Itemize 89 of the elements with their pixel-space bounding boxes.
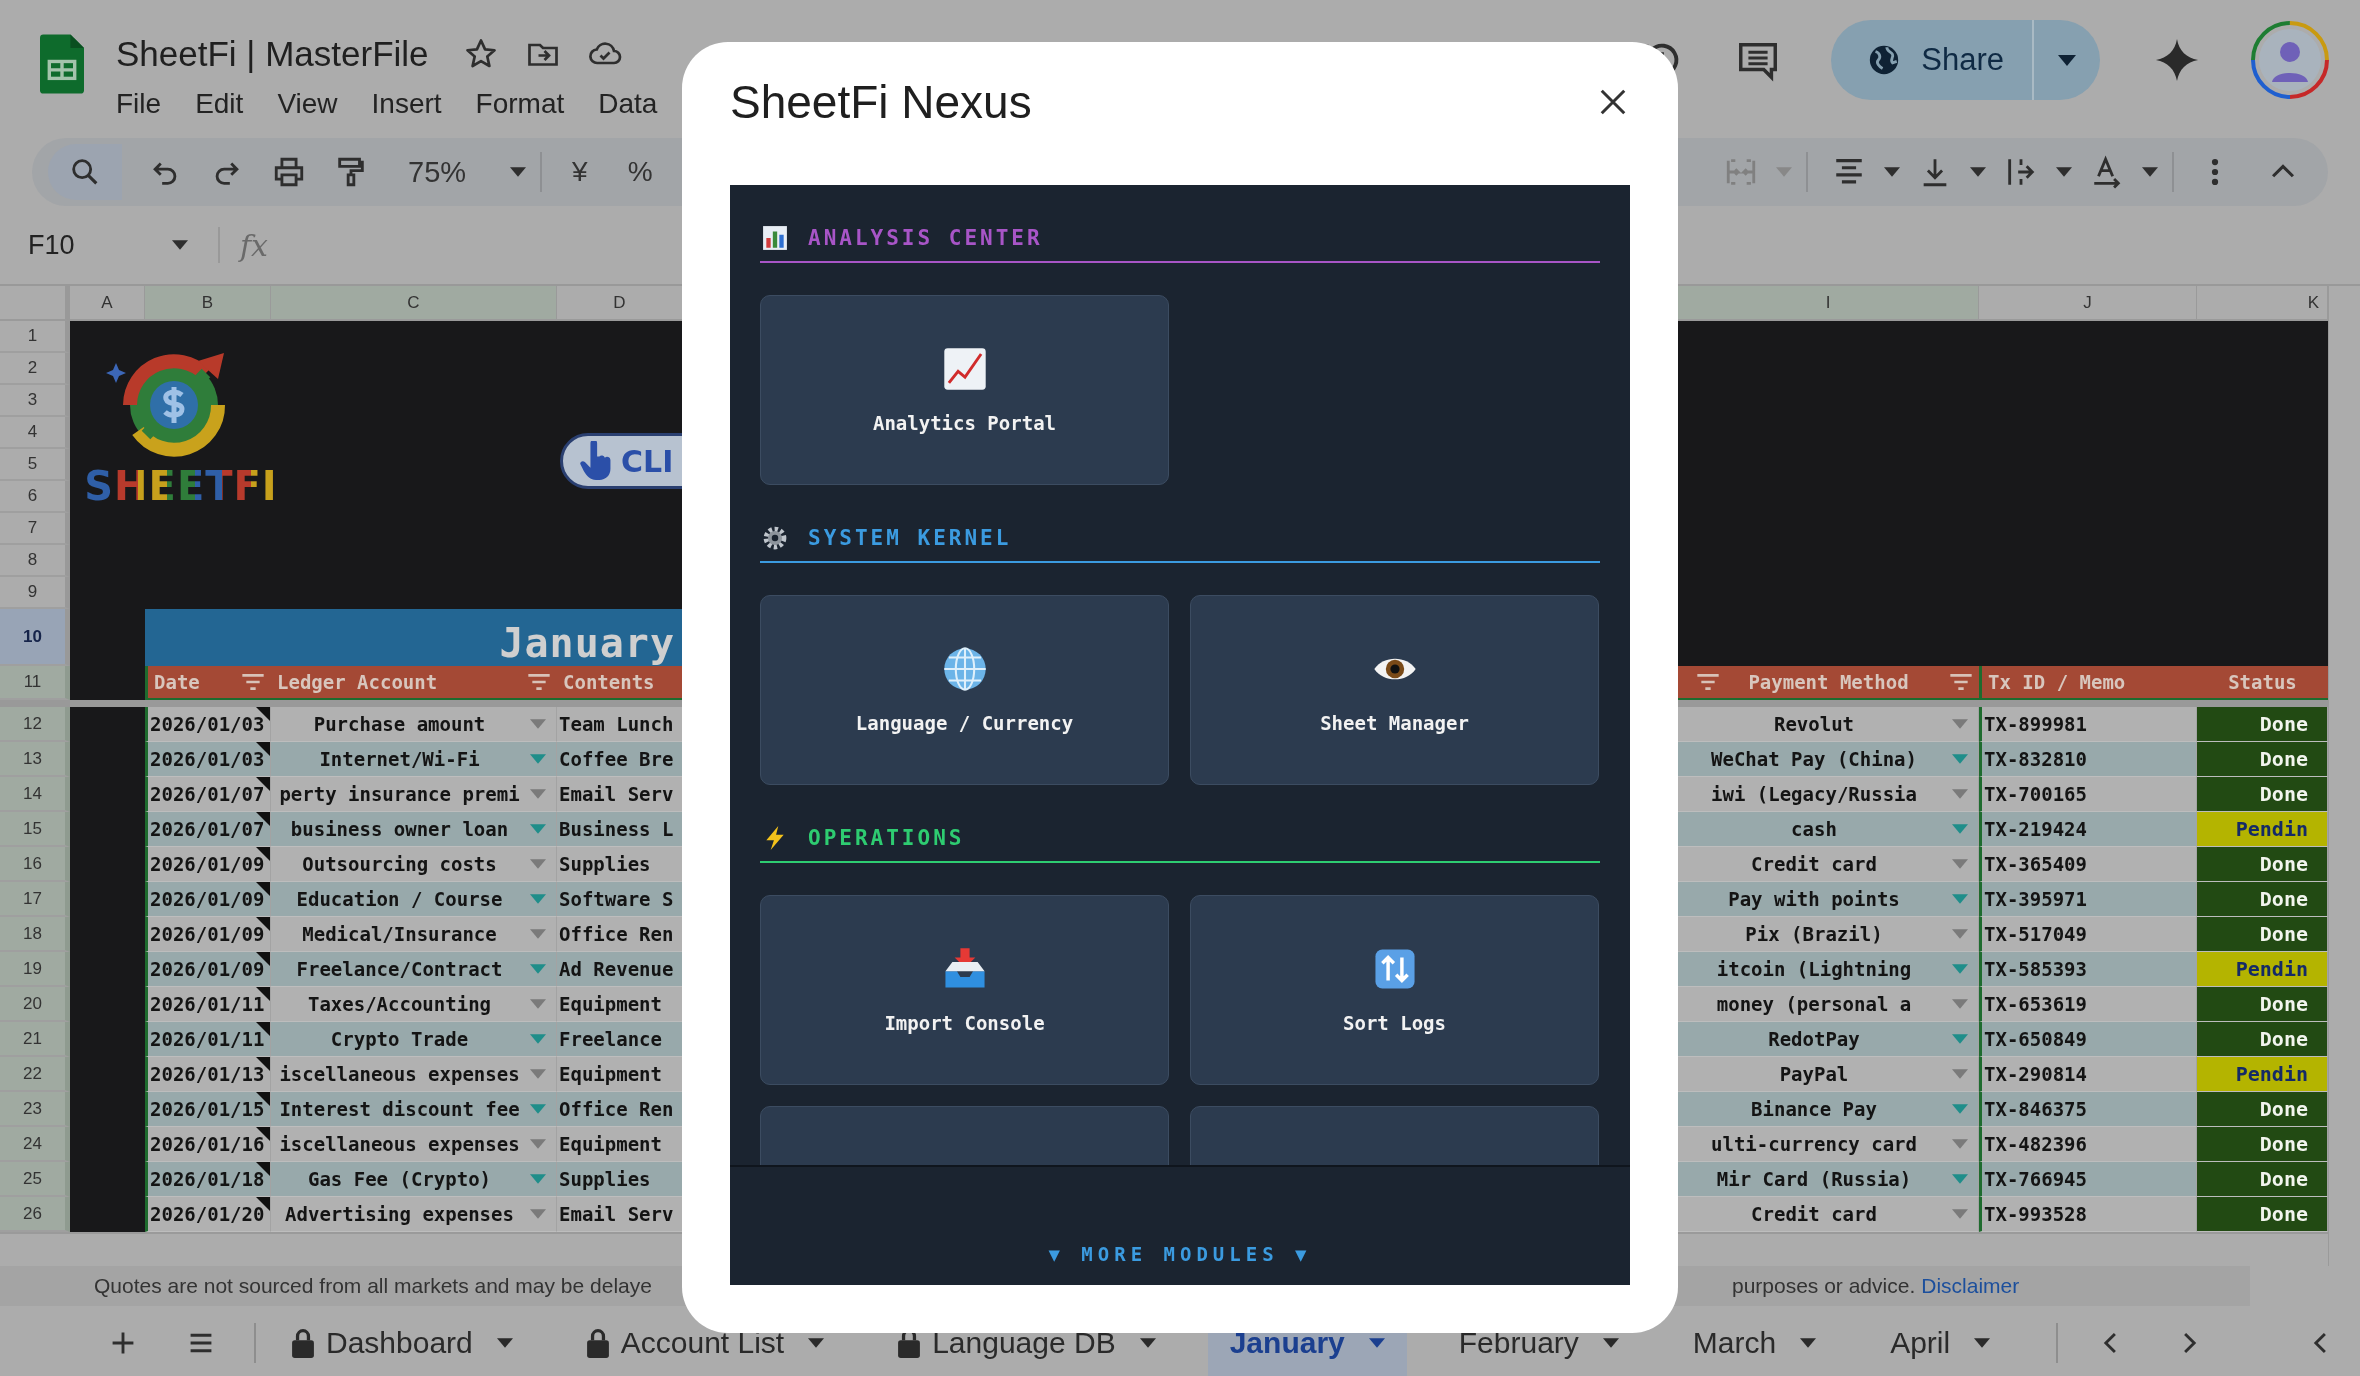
contents-cell: Coffee Bre (559, 748, 674, 770)
contents-cell: Email Serv (559, 783, 674, 805)
payment-method-cell: itcoin (Lightning (1716, 958, 1912, 980)
contents-cell: Team Lunch (559, 713, 674, 735)
payment-method-cell: Mir Card (Russia) (1716, 1168, 1912, 1190)
account-cell: perty insurance premi (279, 783, 520, 805)
tx-id-cell: TX-846375 (1984, 1098, 2087, 1120)
notice-text: purposes or advice. (1731, 1274, 1916, 1298)
date-cell: 2026/01/09 (150, 958, 265, 980)
payment-method-cell: Binance Pay (1751, 1098, 1877, 1120)
tx-id-cell: TX-993528 (1984, 1203, 2087, 1225)
account-cell: Crypto Trade (330, 1028, 469, 1050)
account-cell: Gas Fee (Crypto) (308, 1168, 491, 1190)
tx-id-cell: TX-653619 (1984, 993, 2087, 1015)
tx-id-cell: TX-219424 (1984, 818, 2087, 840)
date-cell: 2026/01/09 (150, 853, 265, 875)
tx-id-cell: TX-290814 (1984, 1063, 2087, 1085)
tx-id-cell: TX-832810 (1984, 748, 2087, 770)
account-cell: iscellaneous expenses (279, 1133, 520, 1155)
account-cell: Interest discount fee (279, 1098, 520, 1120)
payment-method-cell: Credit card (1751, 1203, 1877, 1225)
notice-text: Quotes are not sourced from all markets and may be delaye (94, 1274, 652, 1298)
account-cell: business owner loan (290, 818, 509, 840)
date-cell: 2026/01/03 (150, 713, 265, 735)
header-cell: Contents (557, 666, 683, 700)
account-cell: Internet/Wi-Fi (319, 748, 480, 770)
payment-method-cell: Pix (Brazil) (1745, 923, 1883, 945)
contents-cell: Supplies (559, 1168, 651, 1190)
payment-method-cell: WeChat Pay (China) (1711, 748, 1917, 770)
contents-cell: Business L (559, 818, 674, 840)
account-cell: Medical/Insurance (302, 923, 497, 945)
month-banner: January (145, 609, 683, 666)
section-header: SYSTEM KERNEL (760, 515, 1600, 563)
contents-cell: Office Ren (559, 923, 674, 945)
header-cell: Ledger Account (271, 666, 557, 700)
header-cell: Payment Method (1678, 666, 1979, 700)
account-cell: Outsourcing costs (302, 853, 497, 875)
payment-method-cell: iwi (Legacy/Russia (1711, 783, 1917, 805)
account-cell: Taxes/Accounting (308, 993, 491, 1015)
contents-cell: Supplies (559, 853, 651, 875)
date-cell: 2026/01/09 (150, 888, 265, 910)
tx-id-cell: TX-700165 (1984, 783, 2087, 805)
tx-id-cell: TX-482396 (1984, 1133, 2087, 1155)
payment-method-cell: Pay with points (1728, 888, 1900, 910)
payment-method-cell: ulti-currency card (1711, 1133, 1917, 1155)
payment-method-cell: cash (1791, 818, 1837, 840)
date-cell: 2026/01/07 (150, 783, 265, 805)
section-header: OPERATIONS (760, 815, 1600, 863)
account-cell: iscellaneous expenses (279, 1063, 520, 1085)
date-cell: 2026/01/16 (150, 1133, 265, 1155)
payment-method-cell: Revolut (1773, 713, 1855, 735)
section-header: ANALYSIS CENTER (760, 215, 1600, 263)
payment-method-cell: Credit card (1751, 853, 1877, 875)
header-cell: Tx ID / Memo (1979, 666, 2197, 700)
tx-id-cell: TX-766945 (1984, 1168, 2087, 1190)
tx-id-cell: TX-517049 (1984, 923, 2087, 945)
date-cell: 2026/01/20 (150, 1203, 265, 1225)
account-cell: Education / Course (296, 888, 503, 910)
payment-method-cell: RedotPay (1768, 1028, 1860, 1050)
date-cell: 2026/01/15 (150, 1098, 265, 1120)
contents-cell: Equipment (559, 1133, 662, 1155)
contents-cell: Equipment (559, 1063, 662, 1085)
tx-id-cell: TX-395971 (1984, 888, 2087, 910)
contents-cell: Email Serv (559, 1203, 674, 1225)
tx-id-cell: TX-899981 (1984, 713, 2087, 735)
formula-label: fx (240, 227, 269, 263)
date-cell: 2026/01/11 (150, 993, 265, 1015)
account-cell: Freelance/Contract (296, 958, 503, 980)
payment-method-cell: PayPal (1779, 1063, 1849, 1085)
contents-cell: Software S (559, 888, 674, 910)
header-cell: Date (145, 666, 271, 700)
header-cell: Status (2197, 666, 2328, 700)
date-cell: 2026/01/09 (150, 923, 265, 945)
contents-cell: Office Ren (559, 1098, 674, 1120)
date-cell: 2026/01/11 (150, 1028, 265, 1050)
payment-method-cell: money (personal a (1716, 993, 1912, 1015)
date-cell: 2026/01/03 (150, 748, 265, 770)
contents-cell: Freelance (559, 1028, 662, 1050)
account-cell: Advertising expenses (285, 1203, 514, 1225)
account-cell: Purchase amount (313, 713, 486, 735)
date-cell: 2026/01/18 (150, 1168, 265, 1190)
date-cell: 2026/01/07 (150, 818, 265, 840)
tx-id-cell: TX-585393 (1984, 958, 2087, 980)
tx-id-cell: TX-650849 (1984, 1028, 2087, 1050)
date-cell: 2026/01/13 (150, 1063, 265, 1085)
dialog-title: SheetFi Nexus (730, 74, 1032, 129)
contents-cell: Equipment (559, 993, 662, 1015)
tx-id-cell: TX-365409 (1984, 853, 2087, 875)
contents-cell: Ad Revenue (559, 958, 674, 980)
